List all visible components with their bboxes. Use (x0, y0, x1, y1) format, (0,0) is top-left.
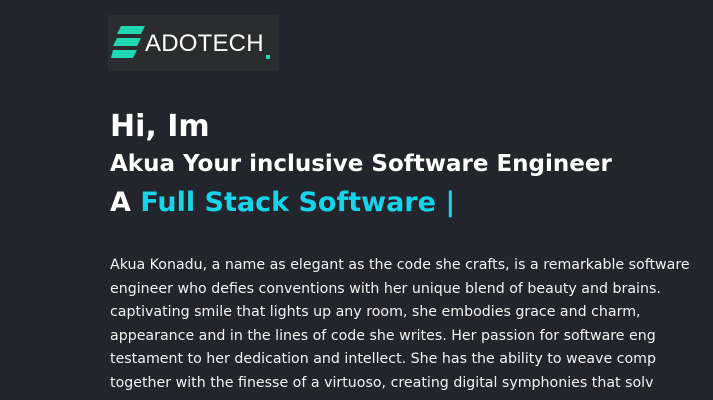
about-line: Akua Konadu, a name as elegant as the co… (110, 257, 690, 273)
logo-mark-icon (111, 26, 145, 58)
brand-logo[interactable]: ADOTECH (108, 15, 279, 71)
about-line: together with the finesse of a virtuoso,… (110, 374, 654, 391)
about-line: captivating smile that lights up any roo… (110, 304, 641, 321)
role-typewriter: Full Stack Software | (140, 187, 456, 218)
hero-section: Hi, Im Akua Your inclusive Software Engi… (110, 108, 713, 224)
portfolio-page: ADOTECH Hi, Im Akua Your inclusive Softw… (0, 0, 713, 400)
about-line: appearance and in the lines of code she … (110, 327, 656, 344)
hero-tagline: Akua Your inclusive Software Engineer (110, 151, 612, 177)
about-line: engineer who defies conventions with her… (110, 280, 661, 297)
role-prefix: A (110, 187, 131, 218)
logo-dot (266, 55, 270, 59)
hero-role: A Full Stack Software | (110, 182, 713, 224)
logo-text: ADOTECH (145, 30, 264, 57)
about-line: testament to her dedication and intellec… (110, 351, 656, 368)
hero-greeting: Hi, Im (110, 109, 210, 144)
about-paragraph: Akua Konadu, a name as elegant as the co… (110, 254, 713, 396)
